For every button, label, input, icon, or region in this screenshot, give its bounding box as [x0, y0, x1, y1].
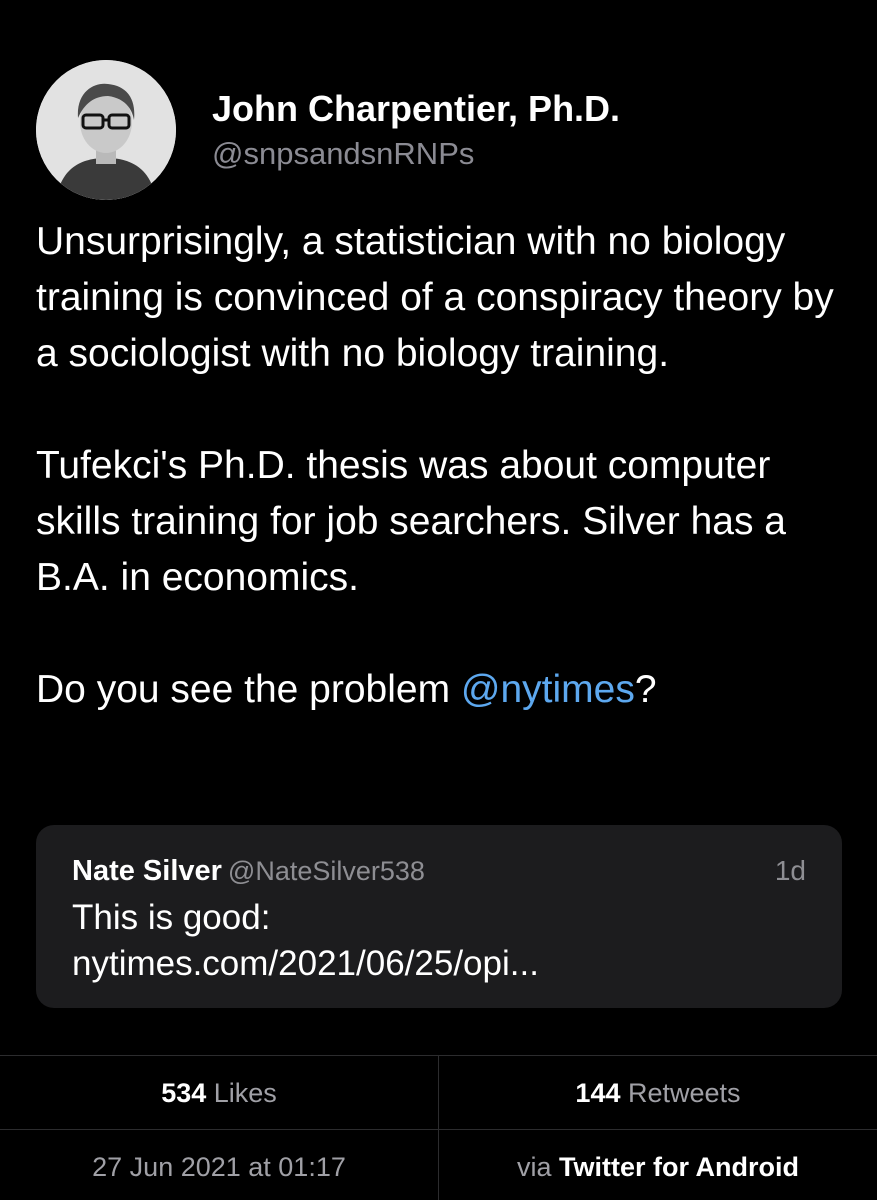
- tweet-paragraph-2: Tufekci's Ph.D. thesis was about compute…: [36, 444, 786, 599]
- quoted-tweet-header: Nate Silver @NateSilver538: [72, 853, 806, 889]
- tweet-client: via Twitter for Android: [439, 1152, 877, 1183]
- author-handle[interactable]: @snpsandsnRNPs: [212, 134, 620, 174]
- quoted-author-handle: @NateSilver538: [227, 856, 425, 886]
- tweet-text: Unsurprisingly, a statistician with no b…: [36, 214, 846, 718]
- tweet-paragraph-3: Do you see the problem @nytimes?: [36, 662, 846, 718]
- retweets-label: Retweets: [628, 1078, 741, 1108]
- mention-link[interactable]: @nytimes: [461, 668, 635, 711]
- retweets-stat[interactable]: 144 Retweets: [439, 1078, 877, 1109]
- tweet-paragraph-3-suffix: ?: [634, 668, 657, 711]
- avatar[interactable]: [36, 60, 176, 200]
- likes-count: 534: [161, 1078, 207, 1108]
- likes-label: Likes: [213, 1078, 277, 1108]
- quoted-tweet-text: This is good: nytimes.com/2021/06/25/opi…: [72, 895, 806, 987]
- tweet-timestamp: 27 Jun 2021 at 01:17: [92, 1152, 346, 1182]
- likes-stat[interactable]: 534 Likes: [0, 1078, 438, 1109]
- client-name[interactable]: Twitter for Android: [559, 1152, 799, 1182]
- tweet-header: John Charpentier, Ph.D. @snpsandsnRNPs: [36, 60, 620, 200]
- quoted-tweet-line-1: This is good:: [72, 898, 271, 937]
- tweet-paragraph-3-text: Do you see the problem: [36, 668, 461, 711]
- via-label: via: [517, 1152, 552, 1182]
- quoted-tweet-time: 1d: [774, 855, 806, 886]
- avatar-photo-icon: [36, 60, 176, 200]
- author-display-name[interactable]: John Charpentier, Ph.D.: [212, 86, 620, 132]
- tweet-paragraph-1: Unsurprisingly, a statistician with no b…: [36, 220, 834, 375]
- quoted-author-name: Nate Silver: [72, 855, 222, 887]
- quoted-tweet-link[interactable]: nytimes.com/2021/06/25/opi...: [72, 941, 806, 987]
- quoted-tweet-card[interactable]: Nate Silver @NateSilver538 1d This is goo…: [36, 825, 842, 1008]
- retweets-count: 144: [575, 1078, 621, 1108]
